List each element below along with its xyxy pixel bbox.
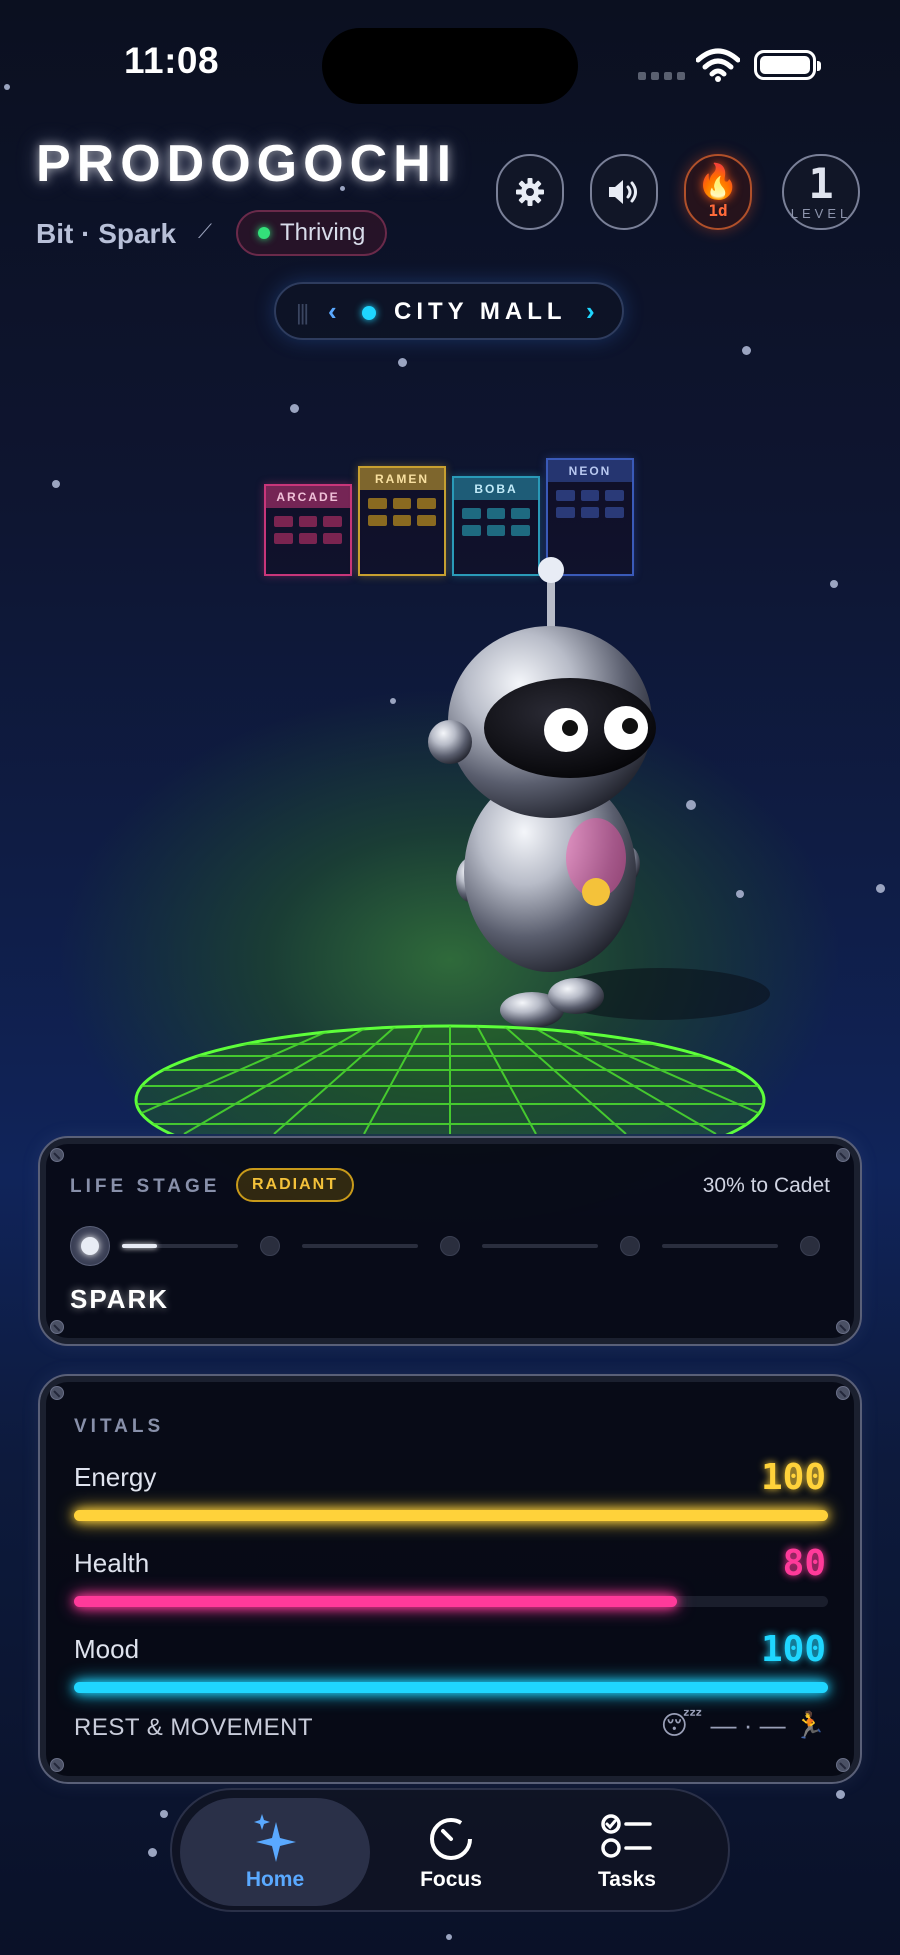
location-selector[interactable]: ||| ‹ CITY MALL › bbox=[274, 282, 624, 340]
mood-bar-fill bbox=[74, 1682, 828, 1693]
stage-node bbox=[440, 1236, 460, 1256]
battery-icon bbox=[754, 50, 821, 80]
level-number: 1 bbox=[808, 158, 834, 208]
speaker-icon bbox=[609, 180, 637, 204]
screw-icon bbox=[836, 1386, 850, 1400]
energy-label: Energy bbox=[74, 1462, 157, 1492]
stage-line bbox=[662, 1244, 778, 1248]
neon-grid-platform bbox=[134, 1024, 766, 1134]
mood-value: 100 bbox=[760, 1629, 826, 1670]
tab-tasks[interactable]: Tasks bbox=[532, 1798, 722, 1906]
sparkles-icon bbox=[254, 1814, 296, 1862]
mood-bar bbox=[74, 1682, 828, 1693]
pet-subtitle: Bit · Spark bbox=[36, 218, 177, 249]
mood-label: Mood bbox=[74, 1634, 140, 1664]
vitals-panel: VITALS Energy 100 Health 80 Mood 100 RES… bbox=[38, 1374, 862, 1784]
rest-movement-indicator: 😴 — · — 🏃 bbox=[661, 1710, 826, 1741]
screw-icon bbox=[50, 1320, 64, 1334]
settings-button[interactable] bbox=[496, 154, 564, 230]
stage-progress-text: 30% to Cadet bbox=[702, 1174, 830, 1197]
robot-chest-button bbox=[582, 878, 610, 906]
status-badge-label: Thriving bbox=[280, 219, 366, 246]
rest-movement-value: — · — bbox=[710, 1710, 786, 1740]
energy-bar-fill bbox=[74, 1510, 828, 1521]
screw-icon bbox=[50, 1148, 64, 1162]
streak-count: 1d bbox=[708, 200, 728, 220]
runner-icon: 🏃 bbox=[793, 1710, 826, 1740]
screw-icon bbox=[836, 1148, 850, 1162]
checklist-icon bbox=[601, 1814, 652, 1858]
robot-pet[interactable] bbox=[400, 552, 780, 1042]
location-name: CITY MALL bbox=[394, 298, 567, 325]
rest-movement-label: REST & MOVEMENT bbox=[74, 1714, 314, 1741]
status-dot bbox=[258, 227, 270, 239]
robot-ear bbox=[428, 720, 472, 764]
health-bar bbox=[74, 1596, 828, 1607]
shop-sign: ARCADE bbox=[266, 486, 350, 508]
tab-bar: Home Focus Tasks bbox=[170, 1788, 730, 1912]
dynamic-island bbox=[322, 28, 578, 104]
stage-node bbox=[620, 1236, 640, 1256]
energy-bar bbox=[74, 1510, 828, 1521]
health-value: 80 bbox=[782, 1543, 826, 1584]
shop-sign: BOBA bbox=[454, 478, 538, 500]
tab-tasks-label: Tasks bbox=[598, 1868, 656, 1891]
wifi-icon bbox=[696, 48, 740, 82]
sound-button[interactable] bbox=[590, 154, 658, 230]
tab-focus[interactable]: Focus bbox=[356, 1798, 546, 1906]
gear-icon bbox=[516, 178, 544, 206]
stage-progress-track bbox=[70, 1226, 830, 1266]
location-indicator-dot bbox=[362, 306, 376, 320]
life-stage-label: LIFE STAGE bbox=[70, 1176, 221, 1197]
robot-left-pupil bbox=[562, 720, 578, 736]
screw-icon bbox=[836, 1320, 850, 1334]
stage-node bbox=[800, 1236, 820, 1256]
current-stage-name: SPARK bbox=[70, 1284, 170, 1314]
tab-home-label: Home bbox=[245, 1868, 305, 1891]
life-stage-panel: LIFE STAGE RADIANT 30% to Cadet SPARK bbox=[38, 1136, 862, 1346]
stage-progress-fill bbox=[122, 1244, 157, 1248]
level-button[interactable]: 1 LEVEL bbox=[782, 154, 860, 230]
robot-right-foot bbox=[548, 978, 604, 1014]
chevron-right-icon[interactable]: › bbox=[586, 296, 595, 327]
sleeping-face-icon: 😴 bbox=[660, 1710, 703, 1740]
health-bar-fill bbox=[74, 1596, 678, 1607]
cellular-icon bbox=[638, 72, 685, 80]
tab-focus-label: Focus bbox=[420, 1868, 482, 1891]
energy-value: 100 bbox=[760, 1457, 826, 1498]
stage-line bbox=[302, 1244, 418, 1248]
tab-home[interactable]: Home bbox=[180, 1798, 370, 1906]
stage-node bbox=[260, 1236, 280, 1256]
stage-node-current bbox=[70, 1226, 110, 1266]
shop-arcade: ARCADE bbox=[264, 484, 352, 576]
stage-line bbox=[482, 1244, 598, 1248]
app-title: PRODOGOCHI bbox=[36, 135, 458, 193]
timer-icon bbox=[430, 1818, 472, 1860]
pencil-icon[interactable]: ⟋ bbox=[198, 222, 218, 242]
vitals-title: VITALS bbox=[74, 1416, 165, 1437]
screw-icon bbox=[50, 1386, 64, 1400]
status-time: 11:08 bbox=[124, 40, 220, 81]
grip-icon[interactable]: ||| bbox=[296, 300, 309, 326]
shop-sign: NEON bbox=[548, 460, 632, 482]
flame-icon: 🔥 bbox=[696, 162, 740, 201]
chevron-left-icon[interactable]: ‹ bbox=[328, 296, 337, 327]
radiant-badge: RADIANT bbox=[236, 1168, 354, 1202]
screw-icon bbox=[50, 1758, 64, 1772]
robot-antenna-tip bbox=[538, 557, 564, 583]
status-badge: Thriving bbox=[236, 210, 388, 256]
robot-right-pupil bbox=[622, 718, 638, 734]
level-label: LEVEL bbox=[790, 205, 852, 221]
streak-button[interactable]: 🔥 1d bbox=[684, 154, 752, 230]
screw-icon bbox=[836, 1758, 850, 1772]
health-label: Health bbox=[74, 1548, 150, 1578]
shop-sign: RAMEN bbox=[360, 468, 444, 490]
stage-line bbox=[122, 1244, 238, 1248]
